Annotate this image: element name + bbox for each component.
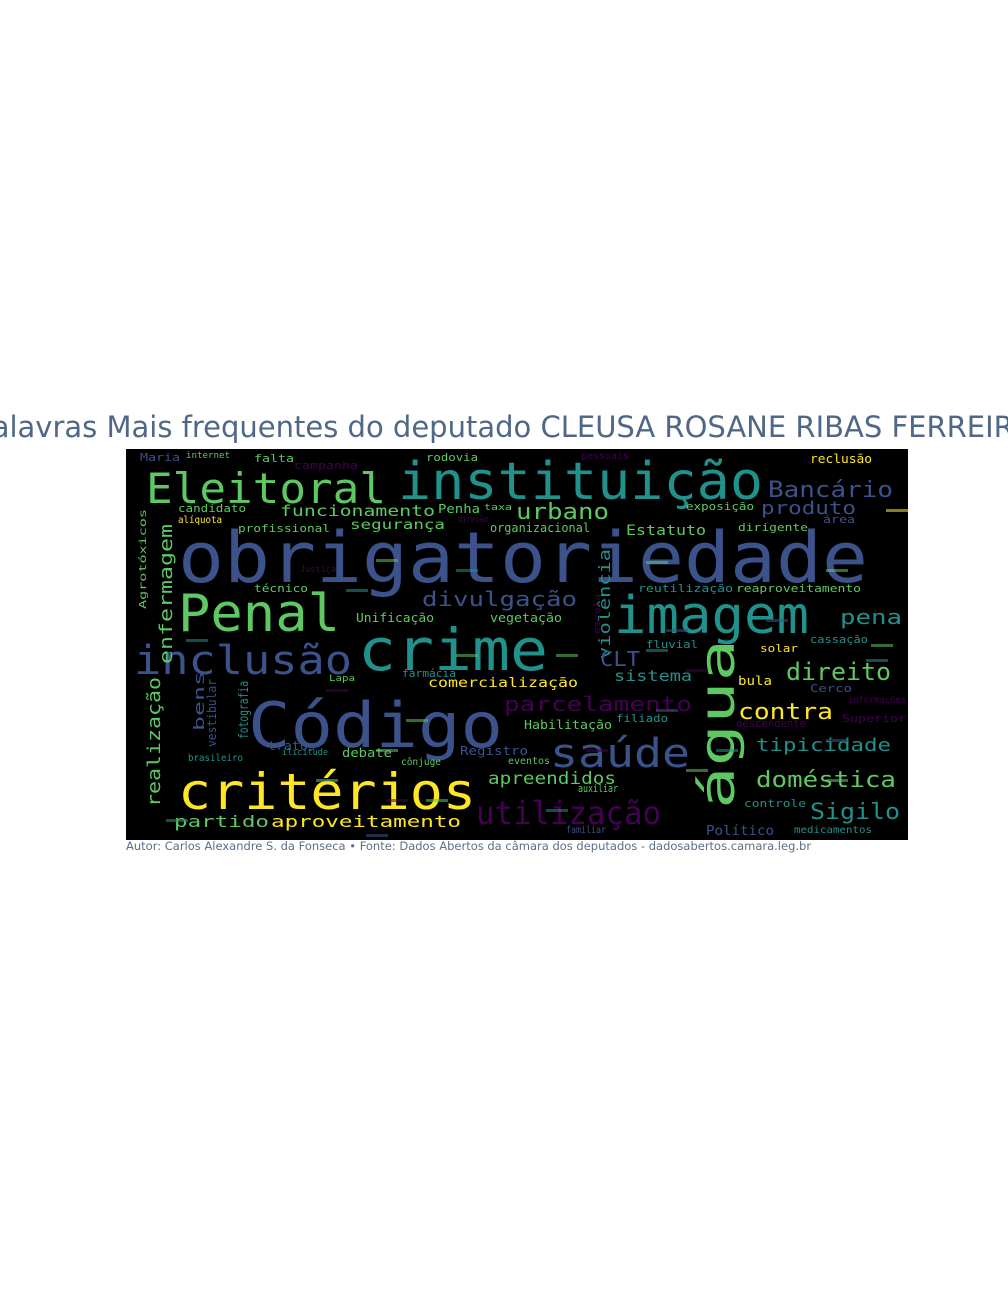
word-cloud-word: campanha <box>294 459 358 472</box>
word-cloud-filler <box>346 589 368 592</box>
word-cloud-word: cônjuge <box>401 756 441 768</box>
word-cloud-word: solar <box>760 642 798 655</box>
word-cloud-word: brasileiro <box>188 753 243 764</box>
word-cloud-word: debate <box>342 746 392 760</box>
word-cloud-word: dirigente <box>738 521 808 534</box>
word-cloud-filler <box>666 629 688 632</box>
word-cloud-word: rodovia <box>426 451 478 464</box>
word-cloud-word: técnico <box>254 582 308 595</box>
word-cloud-filler <box>186 639 208 642</box>
word-cloud-word: cassação <box>810 633 868 646</box>
word-cloud-word: Unificação <box>356 611 434 625</box>
word-cloud-word: descendente <box>736 717 806 730</box>
word-cloud-word: Justiça <box>300 565 336 575</box>
word-cloud-filler <box>386 799 408 802</box>
word-cloud-word: organizacional <box>490 521 590 535</box>
word-cloud-word: segurança <box>350 518 445 533</box>
word-cloud-filler <box>656 709 678 712</box>
word-cloud-word: familiar <box>566 825 606 836</box>
word-cloud-word: Superior <box>842 712 906 725</box>
word-cloud-word: aproveitamento <box>271 812 461 831</box>
word-cloud-filler <box>456 654 478 657</box>
word-cloud-word: exposição <box>686 500 754 513</box>
word-cloud-filler <box>686 769 708 772</box>
word-cloud-filler <box>866 659 888 662</box>
word-cloud-filler <box>166 819 188 822</box>
word-cloud-word: Penha <box>438 502 480 516</box>
word-cloud-word: Maria <box>140 451 180 464</box>
word-cloud-word: imagem <box>614 586 809 646</box>
word-cloud-word: fotografia <box>237 681 252 739</box>
word-cloud-word: tipicidade <box>756 735 891 756</box>
word-cloud-word: direção <box>458 515 488 525</box>
word-cloud-word: Político <box>706 824 774 839</box>
chart-title: Palavras Mais frequentes do deputado CLE… <box>0 410 1008 444</box>
word-cloud-filler <box>456 569 478 572</box>
word-cloud-word: auxiliar <box>578 782 618 795</box>
word-cloud-word: falta <box>254 452 294 465</box>
word-cloud-filler <box>686 669 708 672</box>
source-caption: Autor: Carlos Alexandre S. da Fonseca • … <box>126 839 812 853</box>
word-cloud-word: Estatuto <box>626 523 706 539</box>
word-cloud-word: farmácia <box>402 667 456 680</box>
word-cloud-word: pessoais <box>581 451 629 462</box>
word-cloud-filler <box>366 834 388 837</box>
word-cloud-word: escola <box>593 594 603 634</box>
word-cloud-filler <box>886 509 908 512</box>
word-cloud-word: alíquota <box>178 514 222 526</box>
word-cloud-word: candidato <box>178 502 246 515</box>
word-cloud-filler <box>646 649 668 652</box>
word-cloud-word: bula <box>738 674 772 688</box>
word-cloud-word: reutilização <box>638 582 733 595</box>
word-cloud-filler <box>871 644 893 647</box>
word-cloud-filler <box>376 559 398 562</box>
word-cloud-word: reaproveitamento <box>736 582 861 595</box>
word-cloud-filler <box>826 739 848 742</box>
word-cloud-word: informações <box>848 695 906 706</box>
word-cloud-word: ilícitude <box>282 748 328 758</box>
word-cloud-filler <box>826 779 848 782</box>
word-cloud-word: vegetação <box>490 611 562 625</box>
word-cloud-filler <box>826 569 848 572</box>
word-cloud-word: Cerco <box>810 682 852 695</box>
word-cloud-word: sistema <box>614 667 692 685</box>
word-cloud-word: Agrotóxicos <box>137 509 149 609</box>
word-cloud-filler <box>426 799 448 802</box>
word-cloud-word: medicamentos <box>794 825 872 836</box>
word-cloud-word: divulgação <box>422 587 577 611</box>
word-cloud-word: Lapa <box>329 674 355 684</box>
word-cloud-word: vestibular <box>205 679 219 747</box>
word-cloud-word: profissional <box>238 522 330 535</box>
word-cloud-word: enfermagem <box>156 524 177 664</box>
word-cloud-word: Sigilo <box>810 800 900 825</box>
word-cloud-filler <box>556 654 578 657</box>
word-cloud: obrigatoriedade instituição Eleitoral Penal… <box>126 449 908 840</box>
word-cloud-word: eventos <box>508 756 550 767</box>
word-cloud-word: Habilitação <box>524 718 612 732</box>
word-cloud-word: controle <box>744 797 806 810</box>
word-cloud-word: taxa <box>484 503 512 513</box>
word-cloud-word: internet <box>186 451 230 461</box>
word-cloud-filler <box>546 809 568 812</box>
word-cloud-filler <box>586 749 608 752</box>
word-cloud-filler <box>326 689 348 692</box>
word-cloud-filler <box>766 619 788 622</box>
word-cloud-filler <box>406 719 428 722</box>
word-cloud-word: pena <box>840 605 902 629</box>
word-cloud-word: filiado <box>616 712 668 725</box>
word-cloud-filler <box>376 749 398 752</box>
word-cloud-filler <box>646 561 668 564</box>
word-cloud-word: realização <box>144 677 165 807</box>
word-cloud-filler <box>716 749 738 752</box>
word-cloud-canvas: obrigatoriedadeinstituiçãoEleitoralPenal… <box>134 451 908 839</box>
word-cloud-filler <box>316 779 338 782</box>
word-cloud-word: área <box>823 513 855 526</box>
word-cloud-word: reclusão <box>810 452 872 466</box>
word-cloud-word: partido <box>174 812 269 831</box>
